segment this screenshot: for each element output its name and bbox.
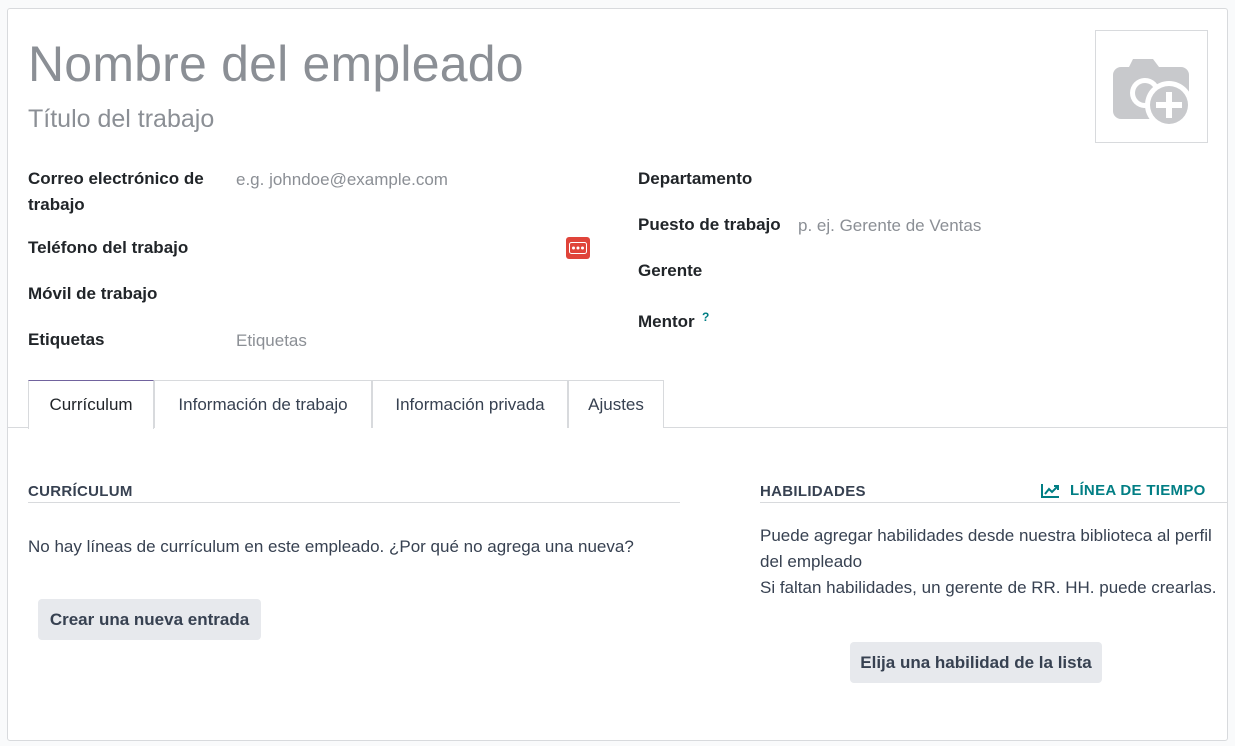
manager-input[interactable] <box>798 258 1198 284</box>
coach-label: Mentor <box>638 312 695 331</box>
tags-input[interactable]: Etiquetas <box>236 328 307 354</box>
coach-input[interactable] <box>798 309 1198 335</box>
phone-action-button[interactable] <box>566 237 590 259</box>
job-position-label: Puesto de trabajo <box>638 215 781 234</box>
line-chart-icon <box>1041 483 1059 498</box>
resume-section-divider <box>28 502 680 503</box>
resume-section-title: CURRÍCULUM <box>28 483 133 500</box>
tab-settings[interactable]: Ajustes <box>568 380 664 428</box>
work-email-label-line2: trabajo <box>28 195 85 214</box>
job-title-input[interactable]: Título del trabajo <box>28 105 214 134</box>
skills-section-title: HABILIDADES <box>760 483 866 500</box>
skills-section-divider <box>760 502 1227 503</box>
skills-help-line1: Puede agregar habilidades desde nuestra … <box>760 526 1212 545</box>
resume-empty-text: No hay líneas de currículum en este empl… <box>28 537 634 556</box>
tab-private-information[interactable]: Información privada <box>372 380 568 428</box>
tab-work-information[interactable]: Información de trabajo <box>154 380 372 428</box>
department-label: Departamento <box>638 169 753 188</box>
work-mobile-label: Móvil de trabajo <box>28 284 158 303</box>
work-phone-label: Teléfono del trabajo <box>28 238 189 257</box>
tab-resume[interactable]: Currículum <box>28 380 154 429</box>
coach-help-tooltip[interactable]: ? <box>702 310 709 324</box>
timeline-button[interactable]: LÍNEA DE TIEMPO <box>1041 482 1206 499</box>
work-email-label: Correo electrónico de trabajo <box>28 166 204 218</box>
pick-skill-button[interactable]: Elija una habilidad de la lista <box>850 642 1102 683</box>
dots-icon <box>569 242 587 254</box>
timeline-label: LÍNEA DE TIEMPO <box>1070 482 1206 499</box>
skills-help-line2: del empleado <box>760 552 863 571</box>
create-resume-entry-button[interactable]: Crear una nueva entrada <box>38 599 261 640</box>
camera-plus-icon <box>1113 59 1193 129</box>
skills-help-line3: Si faltan habilidades, un gerente de RR.… <box>760 578 1217 597</box>
employee-form-sheet: Nombre del empleado Título del trabajo C… <box>7 8 1228 741</box>
work-phone-input[interactable] <box>236 235 556 261</box>
employee-avatar[interactable] <box>1095 30 1208 143</box>
work-email-label-line1: Correo electrónico de <box>28 169 204 188</box>
work-email-input[interactable]: e.g. johndoe@example.com <box>236 167 448 193</box>
employee-name-input[interactable]: Nombre del empleado <box>28 35 524 93</box>
manager-label: Gerente <box>638 261 703 280</box>
work-mobile-input[interactable] <box>236 281 586 307</box>
job-position-input[interactable]: p. ej. Gerente de Ventas <box>798 213 981 239</box>
tags-label: Etiquetas <box>28 330 105 349</box>
skills-help-text: Puede agregar habilidades desde nuestra … <box>760 523 1216 601</box>
department-input[interactable] <box>798 166 1198 192</box>
